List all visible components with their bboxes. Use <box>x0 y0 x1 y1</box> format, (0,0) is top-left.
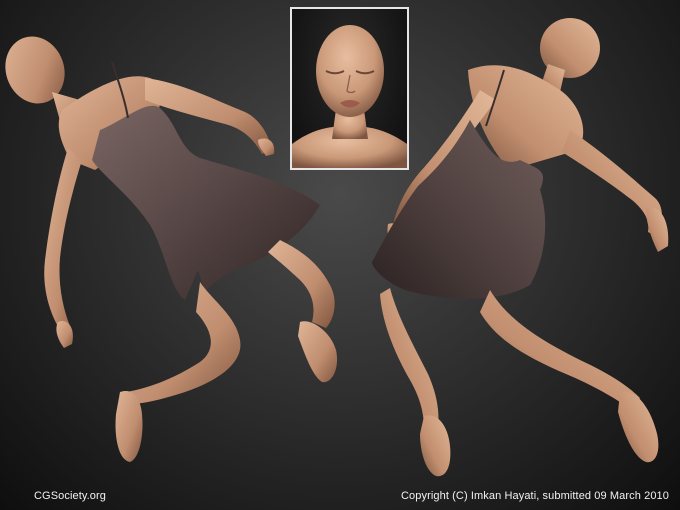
dress <box>92 105 320 300</box>
leg-back-right <box>480 290 640 410</box>
copyright-credit: Copyright (C) Imkan Hayati, submitted 09… <box>401 490 669 502</box>
face-closeup-inset <box>290 7 409 170</box>
leg-back <box>268 240 335 328</box>
foot-back <box>298 321 338 383</box>
arm-hanging <box>44 148 82 330</box>
leg-front <box>126 282 241 404</box>
foot-front-right <box>420 415 451 477</box>
hand-right <box>646 207 669 252</box>
foot-front <box>115 390 143 462</box>
face-closeup <box>292 25 407 168</box>
hand-raised <box>258 138 275 156</box>
foot-back-right <box>618 391 659 463</box>
hand-hanging <box>56 320 73 348</box>
render-canvas: CGSociety.org Copyright (C) Imkan Hayati… <box>0 0 680 510</box>
site-credit: CGSociety.org <box>34 490 107 502</box>
arm-right-extended <box>562 130 662 236</box>
leg-front-right <box>380 288 439 428</box>
